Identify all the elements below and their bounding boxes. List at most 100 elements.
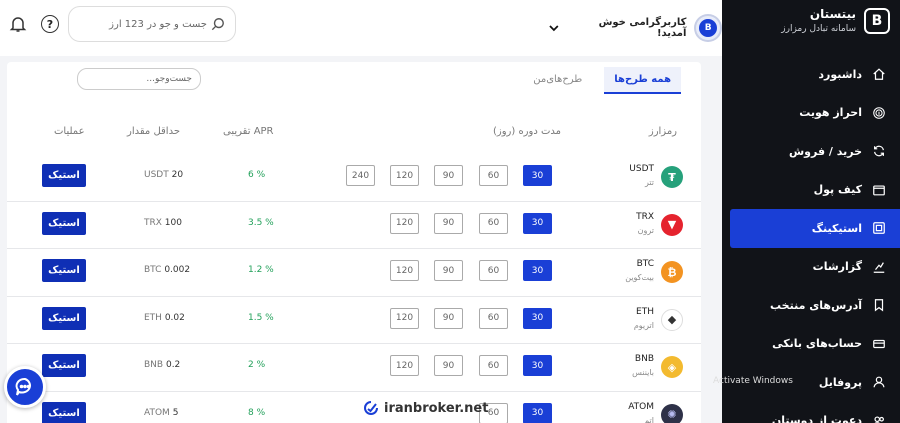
fingerprint-icon xyxy=(872,106,886,120)
home-icon xyxy=(872,67,886,81)
duration-option[interactable]: 30 xyxy=(523,165,552,186)
stake-button[interactable]: استیک xyxy=(42,211,86,235)
duration-option[interactable]: 120 xyxy=(390,212,419,234)
sidebar-nav: داشبورد احراز هویت خرید / فروش کیف پول ا… xyxy=(722,55,900,423)
duration-option[interactable]: 60 xyxy=(479,355,508,376)
duration-option[interactable]: 120 xyxy=(390,165,419,186)
duration-option[interactable]: 60 xyxy=(479,165,508,186)
duration-option[interactable]: 90 xyxy=(434,307,463,329)
duration-option[interactable]: 120 xyxy=(390,355,419,376)
stake-button[interactable]: استیک xyxy=(42,164,86,187)
tab-all-plans[interactable]: همه طرح‌ها xyxy=(604,67,681,94)
table-row: ₮ USDT تتر 30 60 90 120 240 6 % USDT 20 استیک xyxy=(7,154,701,202)
sidebar-item-dashboard[interactable]: داشبورد xyxy=(722,55,900,94)
help-icon[interactable]: ? xyxy=(41,15,59,33)
sidebar-item-reports[interactable]: گزارشات xyxy=(722,248,900,287)
min-amount-unit: TRX xyxy=(144,217,162,228)
duration-option[interactable]: 30 xyxy=(523,307,552,329)
chevron-down-icon[interactable] xyxy=(548,22,560,34)
invite-icon xyxy=(872,414,886,423)
sidebar-item-staking[interactable]: استیکینگ xyxy=(730,209,900,248)
welcome-text: کاربرگرامی خوش آمدید! xyxy=(598,17,687,39)
min-amount-unit: BNB xyxy=(144,360,164,370)
sidebar-item-bank-accounts[interactable]: حساب‌های بانکی xyxy=(722,325,900,364)
duration-option[interactable]: 60 xyxy=(479,260,508,281)
stake-button[interactable]: استیک xyxy=(42,306,86,330)
duration-option[interactable]: 120 xyxy=(390,260,419,281)
activate-windows-text: Activate Windows xyxy=(713,376,793,386)
stake-button[interactable]: استیک xyxy=(42,259,86,282)
sidebar-item-label: دعوت از دوستان xyxy=(771,414,862,423)
brand[interactable]: B بیتستان سامانه تبادل رمزارز xyxy=(781,6,890,36)
apr-value: 3.5 % xyxy=(248,217,274,228)
sidebar-item-label: احراز هویت xyxy=(799,106,862,120)
min-amount-unit: USDT xyxy=(144,170,169,180)
bookmark-icon xyxy=(872,298,886,312)
duration-option[interactable]: 90 xyxy=(434,355,463,376)
brand-subtitle: سامانه تبادل رمزارز xyxy=(781,24,856,34)
apr-value: 1.2 % xyxy=(248,265,274,275)
coin-name: بایننس xyxy=(632,368,654,377)
staking-icon xyxy=(872,221,886,235)
coin-icon: ◈ xyxy=(661,356,683,378)
global-search[interactable] xyxy=(68,6,236,42)
duration-option[interactable]: 30 xyxy=(523,355,552,376)
min-amount: BTC 0.002 xyxy=(144,265,190,275)
sidebar-item-label: پروفایل xyxy=(818,375,862,389)
coin-name: تتر xyxy=(644,178,654,187)
column-header-min-amount: حداقل مقدار xyxy=(127,126,181,137)
apr-value: 8 % xyxy=(248,407,266,418)
plan-search-input[interactable] xyxy=(77,68,201,90)
avatar-badge: B xyxy=(699,19,718,37)
coin-icon: ₿ xyxy=(661,261,683,283)
sidebar-item-invite[interactable]: دعوت از دوستان xyxy=(722,402,900,423)
sidebar-item-kyc[interactable]: احراز هویت xyxy=(722,94,900,133)
duration-option[interactable]: 240 xyxy=(346,165,375,186)
sidebar-item-label: حساب‌های بانکی xyxy=(772,337,862,351)
stake-button[interactable]: استیک xyxy=(42,401,86,423)
duration-option[interactable]: 90 xyxy=(434,260,463,281)
tab-my-plans[interactable]: طرح‌های‌من xyxy=(523,67,592,94)
table-row: ◈ BNB بایننس 30 60 90 120 2 % BNB 0.2 استیک xyxy=(7,344,701,392)
duration-option[interactable]: 60 xyxy=(479,307,508,329)
coin-name: اتم xyxy=(644,415,654,423)
watermark-text: iranbroker.net xyxy=(384,400,489,416)
sidebar-item-wallet[interactable]: کیف پول xyxy=(722,171,900,210)
coin-name: بیت‌کوین xyxy=(625,273,654,282)
sidebar-item-addresses[interactable]: آدرس‌های منتخب xyxy=(722,286,900,325)
sidebar-item-label: کیف پول xyxy=(813,183,862,197)
avatar[interactable]: B xyxy=(694,14,722,42)
duration-option[interactable]: 60 xyxy=(479,212,508,234)
coin-name: ترون xyxy=(637,225,654,235)
min-amount-unit: BTC xyxy=(144,265,162,275)
user-menu[interactable]: B کاربرگرامی خوش آمدید! xyxy=(548,14,722,42)
sidebar: B بیتستان سامانه تبادل رمزارز داشبورد اح… xyxy=(722,0,900,423)
duration-option[interactable]: 30 xyxy=(523,402,552,423)
duration-option[interactable]: 120 xyxy=(390,307,419,329)
coin-icon: ₮ xyxy=(661,166,683,188)
sidebar-item-trade[interactable]: خرید / فروش xyxy=(722,132,900,171)
brand-name: بیتستان xyxy=(809,7,856,21)
min-amount-value: 0.2 xyxy=(165,360,181,370)
bell-icon[interactable] xyxy=(9,15,27,33)
sidebar-item-label: آدرس‌های منتخب xyxy=(770,298,862,312)
column-header-duration: مدت دوره (روز) xyxy=(492,126,561,137)
staking-card: همه طرح‌ها طرح‌های‌من رمزارز مدت دوره (ر… xyxy=(7,62,701,423)
coin-symbol: TRX xyxy=(636,211,654,222)
duration-option[interactable]: 90 xyxy=(434,165,463,186)
chat-button[interactable] xyxy=(4,366,46,408)
coin-icon: ▼ xyxy=(661,213,683,236)
min-amount-value: 0.002 xyxy=(164,265,191,275)
min-amount-value: 20 xyxy=(171,170,184,180)
global-search-input[interactable] xyxy=(97,18,207,30)
duration-option[interactable]: 90 xyxy=(434,212,463,234)
search-icon xyxy=(211,18,224,31)
coin-symbol: BNB xyxy=(634,354,654,364)
coin-symbol: BTC xyxy=(636,259,654,269)
duration-option[interactable]: 30 xyxy=(523,212,552,234)
duration-option[interactable]: 30 xyxy=(523,260,552,281)
exchange-icon xyxy=(872,144,886,158)
min-amount-unit: ATOM xyxy=(144,407,170,418)
stake-button[interactable]: استیک xyxy=(42,354,86,377)
top-header: ? B کاربرگرامی خوش آمدید! xyxy=(0,0,722,56)
